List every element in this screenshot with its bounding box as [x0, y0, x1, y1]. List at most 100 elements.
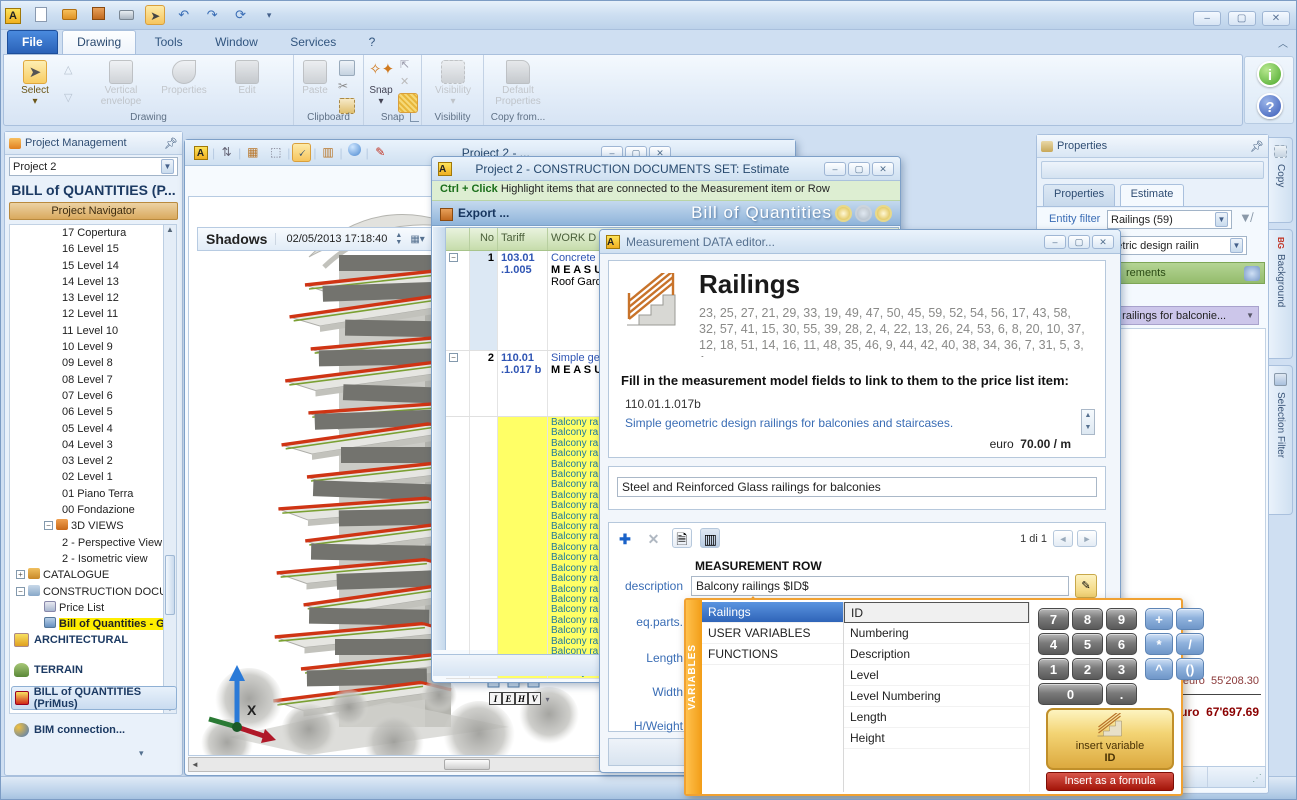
- close-button[interactable]: ✕: [872, 162, 894, 176]
- tools-round-icon[interactable]: [875, 205, 892, 222]
- sphere-icon[interactable]: [345, 143, 364, 162]
- tab-help[interactable]: ?: [355, 31, 390, 55]
- calendar-dropdown-icon[interactable]: ▦▾: [410, 234, 424, 245]
- tab-tools[interactable]: Tools: [141, 31, 197, 55]
- tree-item-level[interactable]: 10 Level 9: [10, 339, 168, 355]
- key-4[interactable]: 4: [1038, 633, 1069, 655]
- key-3[interactable]: 3: [1106, 658, 1137, 680]
- module-terrain[interactable]: TERRAIN: [11, 658, 177, 682]
- collapse-icon[interactable]: −: [449, 253, 458, 262]
- category-railings[interactable]: Railings: [702, 602, 843, 623]
- side-tab-selection-filter[interactable]: Selection Filter: [1269, 365, 1293, 515]
- close-button[interactable]: ✕: [1262, 11, 1290, 26]
- tree-item-level[interactable]: 14 Level 13: [10, 274, 168, 290]
- export-button[interactable]: Export ...: [458, 206, 509, 220]
- variable-description[interactable]: Description: [844, 644, 1029, 665]
- collapse-icon[interactable]: −: [44, 521, 53, 530]
- box-icon[interactable]: ▥: [319, 143, 338, 162]
- key-2[interactable]: 2: [1072, 658, 1103, 680]
- key-parentheses[interactable]: (): [1176, 658, 1204, 680]
- eraser-icon[interactable]: ✎: [371, 143, 390, 162]
- tab-drawing[interactable]: Drawing: [62, 30, 136, 54]
- key-1[interactable]: 1: [1038, 658, 1069, 680]
- pager-next-icon[interactable]: ►: [1077, 530, 1097, 547]
- tree-item-level[interactable]: 17 Copertura: [10, 225, 168, 241]
- pin-icon[interactable]: 📌︎: [1250, 140, 1264, 153]
- restore-button[interactable]: ▢: [848, 162, 870, 176]
- tree-item-level[interactable]: 02 Level 1: [10, 469, 168, 485]
- quick-access-dropdown-icon[interactable]: ▾: [259, 5, 279, 25]
- variable-id[interactable]: ID: [844, 602, 1029, 623]
- view-button-i[interactable]: I: [489, 692, 502, 705]
- wall-tool-icon[interactable]: 🗸: [292, 143, 311, 162]
- key-9[interactable]: 9: [1106, 608, 1137, 630]
- view-button-h[interactable]: H: [515, 692, 528, 705]
- key-5[interactable]: 5: [1072, 633, 1103, 655]
- snap-cross-icon[interactable]: ✕: [400, 75, 409, 88]
- close-button[interactable]: ✕: [1092, 235, 1114, 249]
- scroll-left-icon[interactable]: ◄: [191, 760, 199, 769]
- snap-button[interactable]: ✧✦ Snap▾: [364, 58, 398, 108]
- scroll-up-icon[interactable]: ▲: [164, 225, 176, 234]
- key-8[interactable]: 8: [1072, 608, 1103, 630]
- arrow-up-icon[interactable]: △: [64, 63, 72, 76]
- open-file-icon[interactable]: [60, 5, 80, 25]
- tree-item-level[interactable]: 11 Level 10: [10, 323, 168, 339]
- key-power[interactable]: ^: [1145, 658, 1173, 680]
- tree-item-level[interactable]: 06 Level 5: [10, 404, 168, 420]
- project-navigator-header[interactable]: Project Navigator: [9, 202, 178, 220]
- row-description-input[interactable]: [691, 576, 1069, 596]
- estimate-title-bar[interactable]: A Project 2 - CONSTRUCTION DOCUMENTS SET…: [432, 157, 900, 181]
- redo-icon[interactable]: ↷: [202, 5, 222, 25]
- pin-icon[interactable]: 📌︎: [164, 137, 178, 150]
- dialog-title-bar[interactable]: A Measurement DATA editor... – ▢ ✕: [600, 230, 1120, 254]
- snap-grid-icon[interactable]: [398, 93, 418, 113]
- entity-filter-select[interactable]: Railings (59)▼: [1107, 210, 1232, 229]
- price-list-item-link[interactable]: Simple geometric design railings for bal…: [625, 416, 953, 430]
- tree-item-level[interactable]: 04 Level 3: [10, 437, 168, 453]
- hatch-icon[interactable]: ▦: [243, 143, 262, 162]
- key-decimal[interactable]: .: [1106, 683, 1137, 705]
- undo-icon[interactable]: ↶: [174, 5, 194, 25]
- key-minus[interactable]: -: [1176, 608, 1204, 630]
- filter-icon[interactable]: ▼̸: [1239, 210, 1252, 225]
- copy-row-icon[interactable]: 🗎︎: [672, 528, 692, 548]
- category-user-variables[interactable]: USER VARIABLES: [702, 623, 843, 644]
- expand-icon[interactable]: +: [16, 570, 25, 579]
- insert-as-formula-button[interactable]: Insert as a formula: [1046, 772, 1174, 791]
- tree-item-level[interactable]: 03 Level 2: [10, 453, 168, 469]
- tree-item-level[interactable]: 05 Level 4: [10, 421, 168, 437]
- key-divide[interactable]: /: [1176, 633, 1204, 655]
- key-multiply[interactable]: *: [1145, 633, 1173, 655]
- key-7[interactable]: 7: [1038, 608, 1069, 630]
- tree-item-level[interactable]: 00 Fondazione: [10, 502, 168, 518]
- tree-item-perspective-view[interactable]: 2 - Perspective View: [10, 535, 168, 551]
- tab-file[interactable]: File: [7, 30, 58, 54]
- pager-prev-icon[interactable]: ◄: [1053, 530, 1073, 547]
- price-spinner[interactable]: ▲▼: [1081, 409, 1095, 435]
- side-tab-background[interactable]: BG Background: [1269, 229, 1293, 359]
- tree-item-level[interactable]: 12 Level 11: [10, 306, 168, 322]
- column-header-no[interactable]: No: [470, 228, 498, 250]
- measurements-gear-icon[interactable]: [1244, 266, 1260, 281]
- tree-item-level[interactable]: 01 Piano Terra: [10, 486, 168, 502]
- marquee-icon[interactable]: ⬚: [266, 143, 285, 162]
- maximize-button[interactable]: ▢: [1228, 11, 1256, 26]
- tree-item-price-list[interactable]: Price List: [10, 600, 168, 616]
- variable-level-numbering[interactable]: Level Numbering: [844, 686, 1029, 707]
- column-header-tariff[interactable]: Tariff: [498, 228, 548, 250]
- info-button[interactable]: i: [1257, 61, 1283, 87]
- print-icon[interactable]: [117, 5, 137, 25]
- insert-variable-button[interactable]: insert variable ID: [1046, 708, 1174, 770]
- tree-item-level[interactable]: 07 Level 6: [10, 388, 168, 404]
- side-tab-copy[interactable]: Copy: [1269, 137, 1293, 223]
- key-6[interactable]: 6: [1106, 633, 1137, 655]
- variable-height[interactable]: Height: [844, 728, 1029, 749]
- tree-item-catalogue[interactable]: +CATALOGUE: [10, 567, 168, 583]
- railings-type-select[interactable]: ass railings for balconie... ▼: [1097, 306, 1259, 325]
- tab-window[interactable]: Window: [201, 31, 272, 55]
- edit-description-button[interactable]: ✎: [1075, 574, 1097, 598]
- module-bill-of-quantities[interactable]: BILL of QUANTITIES (PriMus): [11, 686, 177, 710]
- datetime-stepper[interactable]: ▲▼: [395, 232, 402, 246]
- collapse-icon[interactable]: −: [16, 587, 25, 596]
